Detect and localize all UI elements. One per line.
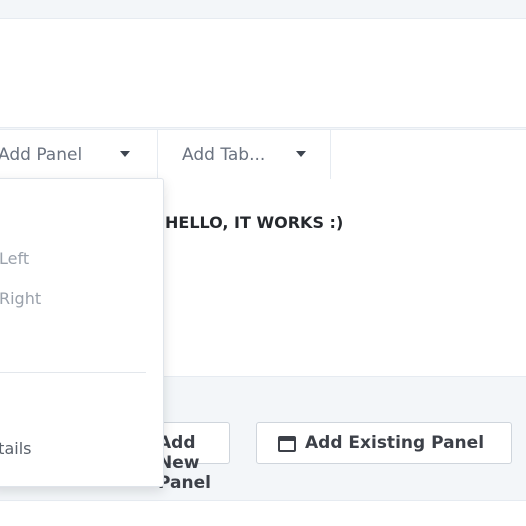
menu-item-details-label: Details <box>0 439 32 458</box>
add-existing-panel-label: Add Existing Panel <box>305 433 485 453</box>
window-icon <box>278 436 296 452</box>
menu-item-move-left-label: Move Left <box>0 249 30 268</box>
bottom-strip <box>0 500 526 526</box>
menu-item-move-left[interactable]: Move Left <box>0 249 163 273</box>
menu-divider <box>0 372 146 373</box>
header-panel <box>0 18 526 128</box>
tab-add-tab-label: Add Tab... <box>182 144 266 165</box>
app-canvas: Add Panel Add Tab... HELLO, IT WORKS :) … <box>0 0 526 526</box>
caret-down-icon <box>296 151 306 157</box>
menu-item-move-right-label: Move Right <box>0 289 42 308</box>
add-new-panel-label: Add New Panel <box>158 433 211 493</box>
menu-item-move-right[interactable]: Move Right <box>0 289 163 313</box>
add-existing-panel-button[interactable]: Add Existing Panel <box>256 422 512 464</box>
tab-add-panel-label: Add Panel <box>0 144 83 165</box>
menu-item-details[interactable]: Details <box>0 439 163 463</box>
caret-down-icon <box>120 151 130 157</box>
content-message: HELLO, IT WORKS :) <box>165 213 344 232</box>
tab-add-tab[interactable]: Add Tab... <box>157 130 331 179</box>
panel-dropdown-menu: Move Left Move Right Details <box>0 178 164 487</box>
tab-bar: Add Panel Add Tab... <box>0 129 526 180</box>
tab-add-panel[interactable]: Add Panel <box>0 130 158 179</box>
